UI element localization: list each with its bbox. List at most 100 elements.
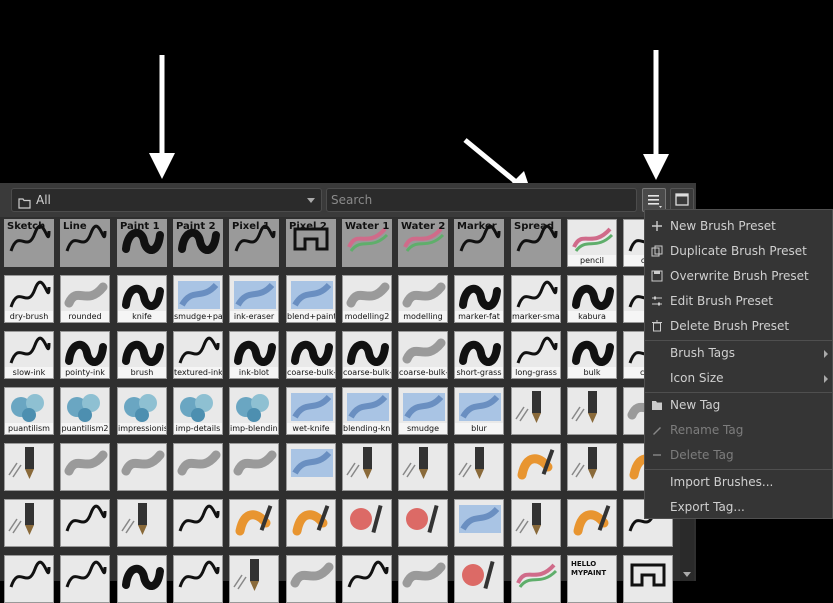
menu-item-import-brushes[interactable]: Import Brushes... — [645, 470, 832, 495]
brush-preset-label: coarse-bulk-1 — [399, 367, 447, 378]
brush-preset-tile[interactable]: blend+paint — [286, 275, 336, 323]
brush-preset-tile[interactable] — [342, 443, 392, 491]
brush-preset-tile[interactable]: coarse-bulk-1 — [398, 331, 448, 379]
brush-preset-tile[interactable] — [4, 443, 54, 491]
brush-preset-tile[interactable] — [117, 443, 167, 491]
tag-dropdown[interactable]: All — [11, 188, 322, 212]
brush-preset-tile[interactable]: kabura — [567, 275, 617, 323]
brush-preset-tile[interactable]: dry-brush — [4, 275, 54, 323]
menu-item-edit-brush-preset[interactable]: Edit Brush Preset — [645, 289, 832, 314]
brush-preset-tile[interactable] — [4, 555, 54, 603]
menu-item-new-brush-preset[interactable]: New Brush Preset — [645, 214, 832, 239]
brush-preset-tile[interactable]: brush — [117, 331, 167, 379]
menu-item-export-tag[interactable]: Export Tag... — [645, 495, 832, 520]
brush-preset-tile[interactable] — [623, 555, 673, 603]
brush-preset-tile[interactable]: Paint 1 — [117, 219, 167, 267]
brush-preset-tile[interactable] — [454, 555, 504, 603]
brush-preset-label: kabura — [568, 311, 616, 322]
brush-preset-tile[interactable]: imp-details — [173, 387, 223, 435]
brush-preset-tile[interactable]: textured-ink — [173, 331, 223, 379]
brush-preset-tile[interactable]: Marker — [454, 219, 504, 267]
scroll-down-arrow-icon[interactable] — [683, 572, 691, 577]
brush-preset-tile[interactable]: coarse-bulk-3 — [286, 331, 336, 379]
save-icon — [651, 270, 663, 282]
brush-preset-tile[interactable] — [117, 499, 167, 547]
brush-preset-tile[interactable]: marker-small — [511, 275, 561, 323]
brush-preset-tile[interactable] — [286, 499, 336, 547]
brush-preset-tile[interactable]: Pixel 1 — [229, 219, 279, 267]
brush-preset-label: long-grass — [512, 367, 560, 378]
menu-item-label: New Brush Preset — [670, 219, 776, 233]
brush-preset-label: smudge — [399, 423, 447, 434]
brush-preset-tile[interactable] — [60, 499, 110, 547]
menu-item-brush-tags[interactable]: Brush Tags — [645, 341, 832, 366]
brush-preset-tile[interactable] — [398, 499, 448, 547]
brush-preset-tile[interactable] — [286, 443, 336, 491]
brush-preset-tile[interactable]: Water 1 — [342, 219, 392, 267]
brush-preset-tile[interactable]: Sketch — [4, 219, 54, 267]
menu-item-label: Overwrite Brush Preset — [670, 269, 809, 283]
brush-preset-tile[interactable]: wet-knife — [286, 387, 336, 435]
brush-preset-tile[interactable] — [511, 387, 561, 435]
brush-preset-tile[interactable] — [342, 499, 392, 547]
brush-preset-tile[interactable]: HELLO MYPAINT — [567, 555, 617, 603]
brush-preset-tile[interactable] — [173, 555, 223, 603]
brush-preset-tile[interactable]: marker-fat — [454, 275, 504, 323]
menu-item-overwrite-brush-preset[interactable]: Overwrite Brush Preset — [645, 264, 832, 289]
brush-preset-tile[interactable] — [398, 443, 448, 491]
brush-preset-tile[interactable]: pencil — [567, 219, 617, 267]
brush-preset-tile[interactable]: ink-eraser — [229, 275, 279, 323]
brush-preset-tile[interactable]: impressionism — [117, 387, 167, 435]
brush-preset-tile[interactable]: puantilism2 — [60, 387, 110, 435]
menu-item-icon-size[interactable]: Icon Size — [645, 366, 832, 391]
brush-preset-tile[interactable]: pointy-ink — [60, 331, 110, 379]
brush-preset-tile[interactable] — [567, 387, 617, 435]
brush-preset-title: Water 2 — [401, 221, 446, 232]
brush-preset-tile[interactable]: puantilism — [4, 387, 54, 435]
search-input[interactable] — [326, 188, 637, 212]
brush-preset-tile[interactable]: blending-knife — [342, 387, 392, 435]
menu-item-delete-brush-preset[interactable]: Delete Brush Preset — [645, 314, 832, 339]
brush-preset-tile[interactable] — [342, 555, 392, 603]
brush-preset-tile[interactable] — [173, 499, 223, 547]
menu-item-duplicate-brush-preset[interactable]: Duplicate Brush Preset — [645, 239, 832, 264]
brush-preset-tile[interactable]: blur — [454, 387, 504, 435]
brush-preset-tile[interactable] — [511, 555, 561, 603]
brush-preset-tile[interactable] — [286, 555, 336, 603]
brush-preset-tile[interactable]: coarse-bulk-2 — [342, 331, 392, 379]
brush-preset-tile[interactable] — [567, 499, 617, 547]
brush-preset-tile[interactable] — [229, 443, 279, 491]
brush-preset-tile[interactable] — [4, 499, 54, 547]
brush-preset-tile[interactable]: modelling2 — [342, 275, 392, 323]
brush-preset-tile[interactable]: modelling — [398, 275, 448, 323]
brush-preset-tile[interactable] — [454, 499, 504, 547]
brush-preset-tile[interactable]: short-grass — [454, 331, 504, 379]
brush-preset-tile[interactable] — [454, 443, 504, 491]
brush-preset-tile[interactable]: smudge+paint — [173, 275, 223, 323]
brush-preset-tile[interactable]: Line — [60, 219, 110, 267]
menu-item-new-tag[interactable]: New Tag — [645, 393, 832, 418]
brush-preset-tile[interactable] — [60, 443, 110, 491]
brush-preset-label: puantilism — [5, 423, 53, 434]
brush-preset-tile[interactable] — [229, 499, 279, 547]
brush-preset-tile[interactable] — [229, 555, 279, 603]
brush-preset-tile[interactable] — [567, 443, 617, 491]
brush-preset-tile[interactable]: imp-blending — [229, 387, 279, 435]
brush-preset-tile[interactable] — [398, 555, 448, 603]
brush-preset-tile[interactable]: slow-ink — [4, 331, 54, 379]
brush-preset-tile[interactable]: ink-blot — [229, 331, 279, 379]
brush-preset-tile[interactable] — [511, 443, 561, 491]
brush-preset-tile[interactable]: bulk — [567, 331, 617, 379]
brush-preset-tile[interactable] — [117, 555, 167, 603]
brush-preset-tile[interactable] — [60, 555, 110, 603]
brush-preset-tile[interactable]: Water 2 — [398, 219, 448, 267]
brush-preset-tile[interactable]: knife — [117, 275, 167, 323]
brush-preset-tile[interactable]: smudge — [398, 387, 448, 435]
brush-preset-tile[interactable]: Spread — [511, 219, 561, 267]
brush-preset-tile[interactable]: Paint 2 — [173, 219, 223, 267]
brush-preset-tile[interactable]: long-grass — [511, 331, 561, 379]
brush-preset-tile[interactable]: Pixel 2 — [286, 219, 336, 267]
brush-preset-tile[interactable]: rounded — [60, 275, 110, 323]
brush-preset-tile[interactable] — [173, 443, 223, 491]
brush-preset-tile[interactable] — [511, 499, 561, 547]
